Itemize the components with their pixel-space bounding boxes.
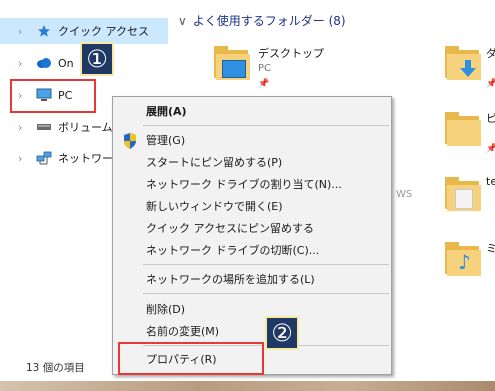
- download-arrow-icon: [460, 60, 476, 77]
- folder-name-downloads[interactable]: ダ: [486, 45, 495, 61]
- highlight-box-properties: [118, 342, 264, 375]
- highlight-box-pc: [10, 79, 96, 113]
- pin-icon: 📌: [258, 79, 270, 89]
- menu-item-pin-to-start[interactable]: スタートにピン留めする(P): [146, 152, 282, 172]
- folder-name-music[interactable]: ミ: [486, 240, 495, 256]
- menu-item-disconnect-network-drive[interactable]: ネットワーク ドライブの切断(C)...: [146, 240, 319, 260]
- pin-icon: 📌: [486, 144, 495, 154]
- nav-label-quick-access: クイック アクセス: [58, 25, 149, 38]
- nav-label-onedrive: On: [58, 56, 74, 70]
- menu-item-expand[interactable]: 展開(A): [146, 101, 187, 121]
- status-item-count: 13 個の項目: [26, 362, 85, 374]
- chevron-right-icon[interactable]: ›: [18, 25, 28, 38]
- folder-icon[interactable]: [445, 112, 481, 146]
- cloud-icon: [36, 55, 52, 71]
- folder-name-te[interactable]: te: [486, 175, 495, 188]
- folder-icon[interactable]: ♪: [445, 242, 481, 276]
- nav-item-quick-access[interactable]: › クイック アクセス: [0, 18, 168, 44]
- menu-item-rename[interactable]: 名前の変更(M): [146, 321, 219, 341]
- folder-location: PC: [258, 63, 272, 74]
- callout-two: ②: [265, 316, 299, 350]
- menu-separator: [143, 293, 389, 294]
- context-menu: 展開(A) 管理(G) スタートにピン留めする(P) ネットワーク ドライブの割…: [112, 96, 392, 375]
- chevron-right-icon[interactable]: ›: [18, 152, 28, 165]
- menu-item-pin-quick-access[interactable]: クイック アクセスにピン留めする: [146, 218, 314, 238]
- folder-icon[interactable]: [214, 46, 250, 80]
- menu-item-add-network-location[interactable]: ネットワークの場所を追加する(L): [146, 269, 315, 289]
- menu-item-manage[interactable]: 管理(G): [146, 130, 185, 150]
- menu-item-delete[interactable]: 削除(D): [146, 299, 185, 319]
- section-title: よく使用するフォルダー (8): [192, 14, 346, 28]
- callout-one: ①: [80, 42, 114, 76]
- shield-icon: [124, 133, 136, 149]
- folder-icon[interactable]: [445, 46, 481, 80]
- desktop-icon: [222, 60, 246, 78]
- folder-name-pictures[interactable]: ピ: [486, 110, 495, 126]
- document-icon: [455, 189, 473, 209]
- background-photo: [0, 381, 495, 391]
- music-note-icon: ♪: [458, 250, 471, 274]
- menu-separator: [143, 125, 389, 126]
- menu-item-open-new-window[interactable]: 新しいウィンドウで開く(E): [146, 196, 283, 216]
- menu-item-map-network-drive[interactable]: ネットワーク ドライブの割り当て(N)...: [146, 174, 342, 194]
- folder-name-desktop[interactable]: デスクトップ: [258, 45, 324, 61]
- chevron-right-icon[interactable]: ›: [18, 121, 28, 134]
- folder-icon[interactable]: [445, 177, 481, 211]
- pin-icon: 📌: [486, 79, 495, 89]
- network-icon: [36, 150, 52, 166]
- drive-icon: [36, 119, 52, 135]
- chevron-right-icon[interactable]: ›: [18, 57, 28, 70]
- menu-separator: [143, 264, 389, 265]
- star-icon: [36, 23, 52, 39]
- frequent-folders-header[interactable]: ∨ よく使用するフォルダー (8): [178, 12, 346, 29]
- partial-text: WS: [396, 189, 413, 200]
- chevron-down-icon: ∨: [178, 14, 187, 28]
